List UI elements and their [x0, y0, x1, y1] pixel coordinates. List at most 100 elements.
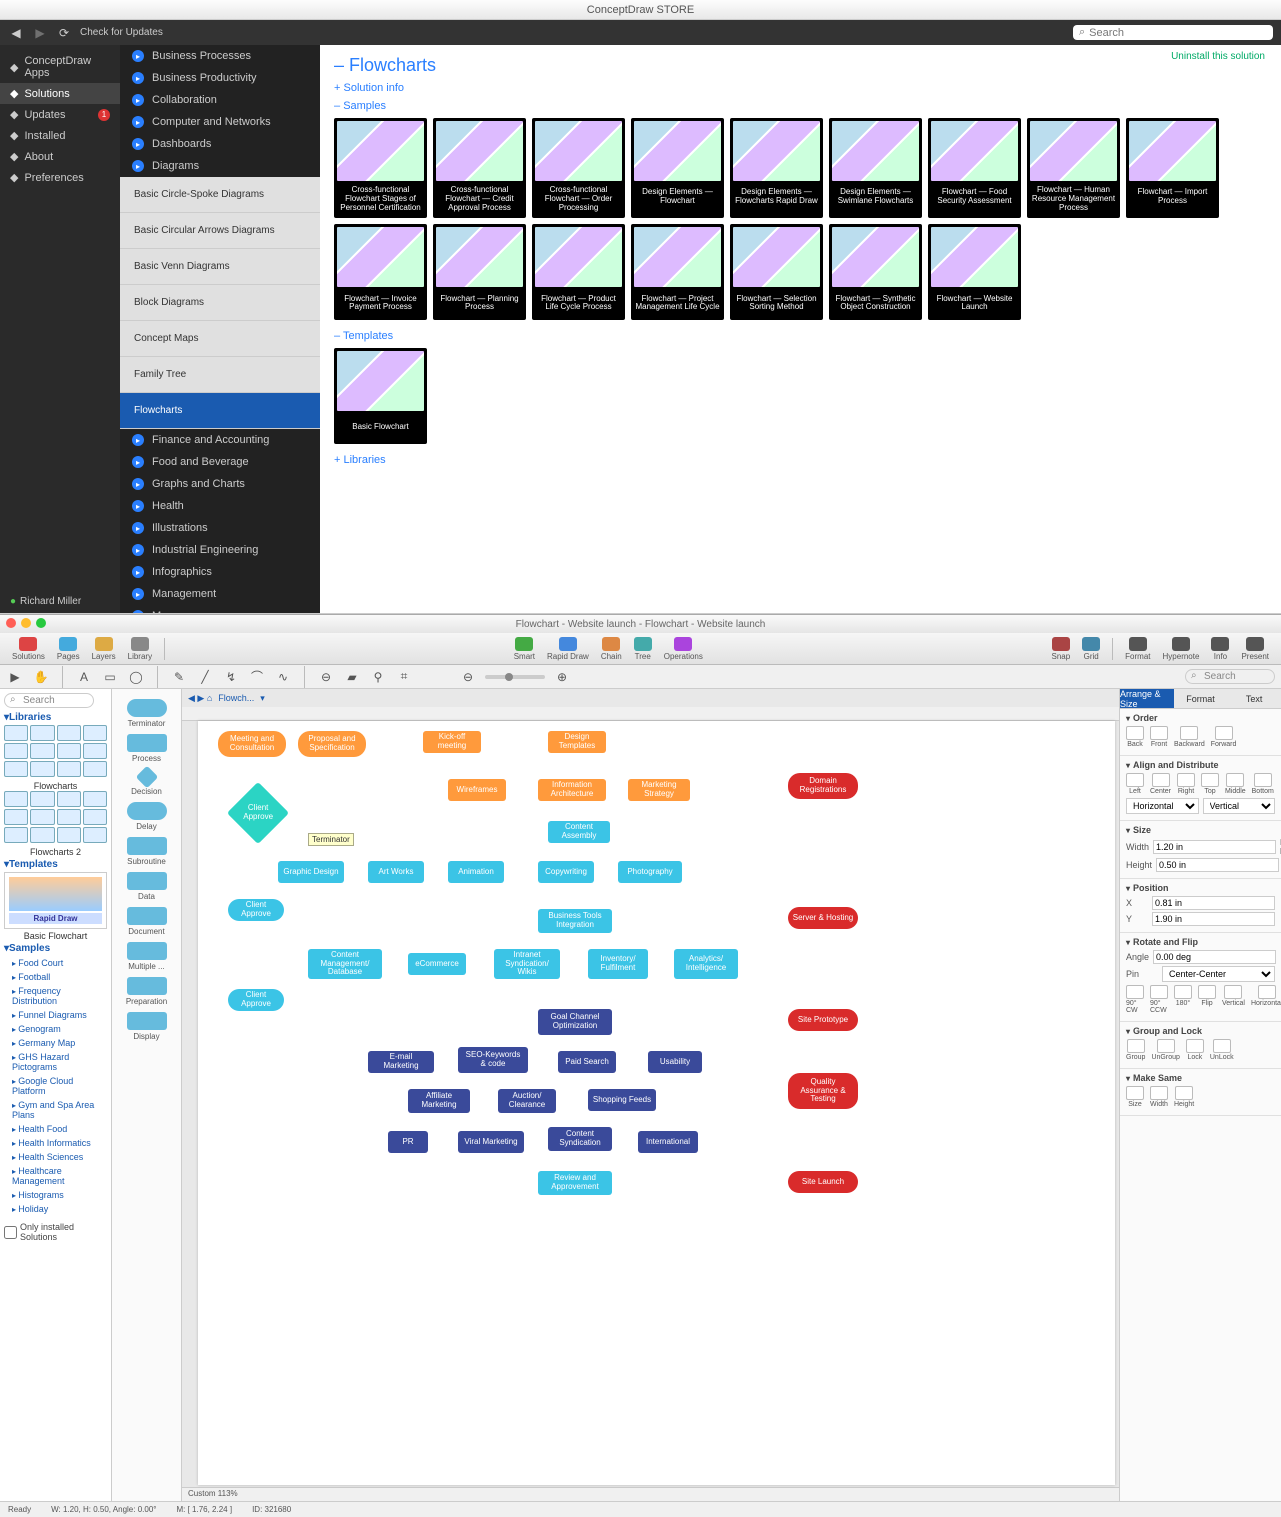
pencil-tool[interactable]: ✎: [170, 668, 188, 686]
cat-health[interactable]: Health: [120, 495, 320, 517]
sample-thumb[interactable]: Flowchart — Planning Process: [433, 224, 526, 320]
cat-food-and-beverage[interactable]: Food and Beverage: [120, 451, 320, 473]
sample-thumb[interactable]: Flowchart — Human Resource Management Pr…: [1027, 118, 1120, 218]
reload-button[interactable]: ⟳: [56, 25, 72, 41]
rotate-row--ccw[interactable]: 90° CCW: [1150, 985, 1168, 1014]
node-approve[interactable]: Client Approve: [227, 782, 289, 844]
toolbar-snap[interactable]: Snap: [1047, 637, 1074, 661]
width-input[interactable]: [1153, 840, 1276, 854]
nav-about[interactable]: ◆ About: [0, 146, 120, 167]
sample-link[interactable]: Germany Map: [4, 1036, 107, 1050]
size-title[interactable]: Size: [1126, 825, 1275, 835]
libraries-header[interactable]: ▾Libraries: [4, 712, 107, 723]
basic-flowchart-template[interactable]: Rapid Draw: [4, 872, 107, 929]
align-v-select[interactable]: Vertical: [1203, 798, 1276, 814]
group-row-group[interactable]: Group: [1126, 1039, 1145, 1061]
shape-data[interactable]: Data: [114, 872, 179, 901]
forward-button[interactable]: ▶: [32, 25, 48, 41]
nav-conceptdraw-apps[interactable]: ◆ ConceptDraw Apps: [0, 51, 120, 83]
node[interactable]: Server & Hosting: [788, 907, 858, 929]
node[interactable]: eCommerce: [408, 953, 466, 975]
node[interactable]: Wireframes: [448, 779, 506, 801]
node[interactable]: Domain Registrations: [788, 773, 858, 799]
sample-link[interactable]: Holiday: [4, 1202, 107, 1216]
connector-tool[interactable]: ↯: [222, 668, 240, 686]
subcat-concept-maps[interactable]: Concept Maps: [120, 321, 320, 357]
node[interactable]: Content Management/ Database: [308, 949, 382, 979]
toolbar-rapid-draw[interactable]: Rapid Draw: [543, 637, 593, 661]
rect-tool[interactable]: ▭: [101, 668, 119, 686]
shape-subroutine[interactable]: Subroutine: [114, 837, 179, 866]
node[interactable]: Business Tools Integration: [538, 909, 612, 933]
section-libraries[interactable]: + Libraries: [334, 454, 1267, 466]
sample-thumb[interactable]: Flowchart — Food Security Assessment: [928, 118, 1021, 218]
node[interactable]: Paid Search: [558, 1051, 616, 1073]
tab-text[interactable]: Text: [1227, 689, 1281, 709]
node[interactable]: Content Assembly: [548, 821, 610, 843]
toolbar-solutions[interactable]: Solutions: [8, 637, 49, 661]
pin-select[interactable]: Center-Center: [1162, 966, 1275, 982]
arc-tool[interactable]: ⌒: [248, 668, 266, 686]
rotate-row-horizontal[interactable]: Horizontal: [1251, 985, 1281, 1014]
node[interactable]: Client Approve: [228, 899, 284, 921]
order-row-back[interactable]: Back: [1126, 726, 1144, 748]
pointer-tool[interactable]: ▶: [6, 668, 24, 686]
zoom-plus[interactable]: ⊕: [553, 668, 571, 686]
shape-multiple ...[interactable]: Multiple ...: [114, 942, 179, 971]
subcat-flowcharts[interactable]: Flowcharts: [120, 393, 320, 429]
toolbar-smart[interactable]: Smart: [510, 637, 539, 661]
toolbar-library[interactable]: Library: [124, 637, 156, 661]
node[interactable]: International: [638, 1131, 698, 1153]
only-installed-checkbox[interactable]: Only installed Solutions: [4, 1222, 107, 1242]
node[interactable]: Copywriting: [538, 861, 594, 883]
sample-link[interactable]: GHS Hazard Pictograms: [4, 1050, 107, 1074]
align-row-right[interactable]: Right: [1177, 773, 1195, 795]
canvas[interactable]: Meeting and ConsultationProposal and Spe…: [198, 721, 1115, 1485]
tab-arrange[interactable]: Arrange & Size: [1120, 689, 1174, 709]
align-h-select[interactable]: Horizontal: [1126, 798, 1199, 814]
node[interactable]: Usability: [648, 1051, 702, 1073]
toolbar-grid[interactable]: Grid: [1078, 637, 1104, 661]
sample-link[interactable]: Football: [4, 970, 107, 984]
check-updates-link[interactable]: Check for Updates: [80, 27, 163, 38]
same-row-size[interactable]: Size: [1126, 1086, 1144, 1108]
sample-link[interactable]: Frequency Distribution: [4, 984, 107, 1008]
cat-computer-and-networks[interactable]: Computer and Networks: [120, 111, 320, 133]
node[interactable]: SEO-Keywords & code: [458, 1047, 528, 1073]
sample-thumb[interactable]: Flowchart — Product Life Cycle Process: [532, 224, 625, 320]
samples-header[interactable]: ▾Samples: [4, 943, 107, 954]
shape-preparation[interactable]: Preparation: [114, 977, 179, 1006]
sample-thumb[interactable]: Flowchart — Selection Sorting Method: [730, 224, 823, 320]
subcat-family-tree[interactable]: Family Tree: [120, 357, 320, 393]
sample-link[interactable]: Gym and Spa Area Plans: [4, 1098, 107, 1122]
node[interactable]: Affiliate Marketing: [408, 1089, 470, 1113]
align-row-middle[interactable]: Middle: [1225, 773, 1246, 795]
node[interactable]: Client Approve: [228, 989, 284, 1011]
back-button[interactable]: ◀: [8, 25, 24, 41]
uninstall-link[interactable]: Uninstall this solution: [1171, 51, 1265, 62]
sample-link[interactable]: Health Informatics: [4, 1136, 107, 1150]
section-samples[interactable]: – Samples: [334, 100, 1267, 112]
node[interactable]: Inventory/ Fulfilment: [588, 949, 648, 979]
x-input[interactable]: [1152, 896, 1275, 910]
node[interactable]: Proposal and Specification: [298, 731, 366, 757]
node[interactable]: Photography: [618, 861, 682, 883]
node[interactable]: Animation: [448, 861, 504, 883]
group-row-ungroup[interactable]: UnGroup: [1151, 1039, 1179, 1061]
sample-link[interactable]: Genogram: [4, 1022, 107, 1036]
node[interactable]: E-mail Marketing: [368, 1051, 434, 1073]
sample-thumb[interactable]: Cross-functional Flowchart Stages of Per…: [334, 118, 427, 218]
subcat-basic-venn-diagrams[interactable]: Basic Venn Diagrams: [120, 249, 320, 285]
sample-thumb[interactable]: Design Elements — Flowchart: [631, 118, 724, 218]
toolbar-tree[interactable]: Tree: [630, 637, 656, 661]
window-controls[interactable]: [6, 618, 46, 628]
position-title[interactable]: Position: [1126, 883, 1275, 893]
sample-thumb[interactable]: Flowchart — Website Launch: [928, 224, 1021, 320]
node[interactable]: Design Templates: [548, 731, 606, 753]
sample-thumb[interactable]: Cross-functional Flowchart — Order Proce…: [532, 118, 625, 218]
node[interactable]: Kick-off meeting: [423, 731, 481, 753]
tool-search-input[interactable]: Search: [1185, 669, 1275, 684]
cat-industrial-engineering[interactable]: Industrial Engineering: [120, 539, 320, 561]
cat-collaboration[interactable]: Collaboration: [120, 89, 320, 111]
template-thumb[interactable]: Basic Flowchart: [334, 348, 427, 444]
